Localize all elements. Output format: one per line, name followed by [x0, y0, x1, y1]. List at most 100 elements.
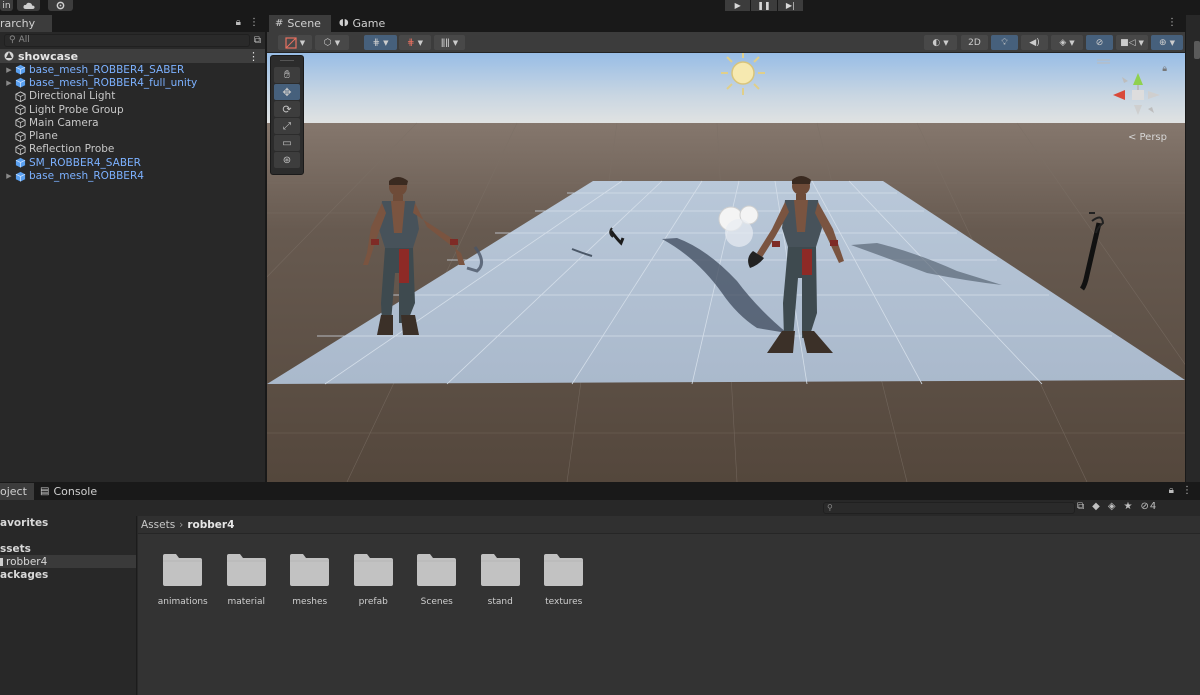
scale-tool[interactable]: ⤢ — [274, 118, 300, 134]
tab-scene[interactable]: # Scene — [269, 15, 331, 32]
hierarchy-item[interactable]: ▶ base_mesh_ROBBER4_SABER — [0, 63, 265, 76]
project-folder[interactable]: Scenes — [405, 534, 469, 607]
favorite-star-icon[interactable]: ★ — [1124, 501, 1133, 512]
project-tree-item[interactable]: avorites — [0, 516, 136, 529]
hierarchy-item-label: base_mesh_ROBBER4_SABER — [29, 63, 185, 76]
tab-game[interactable]: ◖◗ Game — [333, 15, 385, 32]
lock-icon[interactable]: 🔒︎ — [236, 17, 241, 28]
hidden-packages-toggle[interactable]: ⊘ 4 — [1141, 501, 1157, 512]
breadcrumb-robber4[interactable]: robber4 — [187, 519, 234, 531]
folder-grid: animations material meshes prefab Scenes stan… — [151, 534, 596, 607]
project-toolbar: ⚲ ⧉ ◆ ◈ ★ ⊘ 4 — [0, 500, 1200, 516]
hidden-objects-toggle[interactable]: ⊘ — [1086, 35, 1113, 50]
project-folder[interactable]: textures — [532, 534, 596, 607]
project-tree-item[interactable] — [0, 529, 136, 542]
hierarchy-item[interactable]: Reflection Probe — [0, 143, 265, 156]
scene-row[interactable]: showcase ⋮ — [0, 49, 265, 63]
rect-icon: ▭ — [282, 137, 292, 149]
project-folder[interactable]: prefab — [342, 534, 406, 607]
tab-hierarchy[interactable]: rarchy — [0, 15, 52, 32]
hierarchy-item[interactable]: Plane — [0, 129, 265, 142]
chevron-down-icon: ▼ — [383, 38, 389, 47]
project-folder[interactable]: stand — [469, 534, 533, 607]
grid-snap-icon: ⋕ — [372, 37, 381, 48]
project-folder[interactable]: material — [215, 534, 279, 607]
hidden-count: 4 — [1149, 501, 1157, 512]
project-tree-label: robber4 — [6, 555, 48, 568]
move-tool[interactable]: ✥ — [274, 84, 300, 100]
cloud-button[interactable] — [17, 0, 40, 11]
camera-dropdown[interactable]: ■◁ ▼ — [1116, 35, 1148, 50]
toggle-2d-button[interactable]: 2D — [961, 35, 988, 50]
lock-icon[interactable]: 🔒︎ — [1162, 64, 1167, 74]
lock-icon[interactable]: 🔒︎ — [1169, 485, 1174, 496]
project-folder[interactable]: animations — [151, 534, 215, 607]
folder-label: animations — [157, 597, 208, 607]
transform-tool[interactable]: ⊛ — [274, 152, 300, 168]
palette-grip[interactable] — [280, 60, 294, 64]
grid-snap-dropdown[interactable]: ⋕ ▼ — [364, 35, 397, 50]
project-tree-item[interactable]: ackages — [0, 568, 136, 581]
hierarchy-item[interactable]: SM_ROBBER4_SABER — [0, 156, 265, 169]
tab-console[interactable]: ▤ Console — [34, 483, 97, 500]
project-folder[interactable]: meshes — [278, 534, 342, 607]
search-options-icon[interactable]: ⧉ — [1077, 501, 1084, 512]
more-menu-icon[interactable]: ⋮ — [1167, 17, 1177, 28]
rect-tool[interactable]: ▭ — [274, 135, 300, 151]
scene-menu-icon[interactable]: ⋮ — [248, 50, 259, 63]
expand-arrow-icon[interactable]: ▶ — [4, 79, 14, 87]
folder-icon — [162, 553, 203, 587]
unity-scene-icon — [4, 51, 14, 61]
more-menu-icon[interactable]: ⋮ — [249, 17, 259, 28]
pause-button[interactable]: ❚❚ — [751, 0, 777, 11]
scene-tab-tools: ⋮ — [1167, 17, 1177, 28]
folder-label: Scenes — [420, 597, 453, 607]
search-options-icon[interactable]: ⧉ — [254, 35, 261, 46]
gizmo-grid-dropdown[interactable]: ǁǁ ▼ — [434, 35, 465, 50]
label-tag-icon[interactable]: ◈ — [1108, 501, 1116, 512]
gameobject-cube-icon — [14, 104, 26, 116]
effects-dropdown[interactable]: ◈ ▼ — [1051, 35, 1083, 50]
hierarchy-item[interactable]: Directional Light — [0, 90, 265, 103]
hierarchy-item-label: Directional Light — [29, 90, 116, 103]
persp-label[interactable]: < Persp — [1128, 132, 1167, 143]
scene-toolbar: ▼ ⬡ ▼ ⋕ ▼ ⋕ ▼ ǁǁ ▼ ◐ ▼ 2D 💡︎ ◀) ◈ ▼ ⊘ ■◁… — [267, 32, 1185, 53]
chevron-right-icon: › — [179, 518, 184, 531]
step-button[interactable]: ▶| — [777, 0, 803, 11]
hand-tool[interactable]: ✋︎ — [274, 67, 300, 83]
hierarchy-item[interactable]: ▶ base_mesh_ROBBER4 — [0, 169, 265, 182]
hierarchy-search-input[interactable]: ⚲ All — [4, 33, 250, 47]
settings-button[interactable] — [48, 0, 73, 11]
prefab-cube-icon — [14, 157, 26, 169]
scale-icon: ⤢ — [283, 120, 291, 132]
gizmos-dropdown[interactable]: ⊕ ▼ — [1151, 35, 1183, 50]
snap-increment-dropdown[interactable]: ⋕ ▼ — [399, 35, 431, 50]
tab-project[interactable]: oject — [0, 483, 34, 500]
expand-arrow-icon[interactable]: ▶ — [4, 172, 14, 180]
rotate-tool[interactable]: ⟳ — [274, 101, 300, 117]
filter-type-icon[interactable]: ◆ — [1092, 501, 1100, 512]
play-controls: ▶ ❚❚ ▶| — [725, 0, 803, 11]
hierarchy-item[interactable]: Light Probe Group — [0, 103, 265, 116]
expand-arrow-icon[interactable]: ▶ — [4, 66, 14, 74]
account-button[interactable]: in — [0, 0, 13, 11]
hierarchy-panel: rarchy 🔒︎ ⋮ ⚲ All ⧉ showcase ⋮ ▶ base_mes… — [0, 15, 266, 482]
chevron-down-icon: ▼ — [417, 38, 423, 47]
lighting-toggle[interactable]: 💡︎ — [991, 35, 1018, 50]
inspector-scroll-handle[interactable] — [1194, 41, 1200, 59]
shading-mode-dropdown[interactable]: ◐ ▼ — [924, 35, 957, 50]
draw-mode-dropdown[interactable]: ▼ — [278, 35, 312, 50]
more-menu-icon[interactable]: ⋮ — [1182, 485, 1192, 496]
audio-toggle[interactable]: ◀) — [1021, 35, 1048, 50]
project-search-input[interactable]: ⚲ — [823, 502, 1075, 514]
breadcrumb-assets[interactable]: Assets — [141, 519, 175, 531]
render-mode-dropdown[interactable]: ⬡ ▼ — [315, 35, 349, 50]
scene-viewport[interactable]: ✋︎ ✥ ⟳ ⤢ ▭ ⊛ < Persp 🔒︎ — [267, 53, 1185, 482]
project-tree-item[interactable]: robber4 — [0, 555, 136, 568]
draw-mode-icon — [285, 36, 297, 49]
play-button[interactable]: ▶ — [725, 0, 751, 11]
move-icon: ✥ — [282, 85, 292, 99]
hierarchy-item[interactable]: Main Camera — [0, 116, 265, 129]
project-tree-item[interactable]: ssets — [0, 542, 136, 555]
hierarchy-item[interactable]: ▶ base_mesh_ROBBER4_full_unity — [0, 76, 265, 89]
